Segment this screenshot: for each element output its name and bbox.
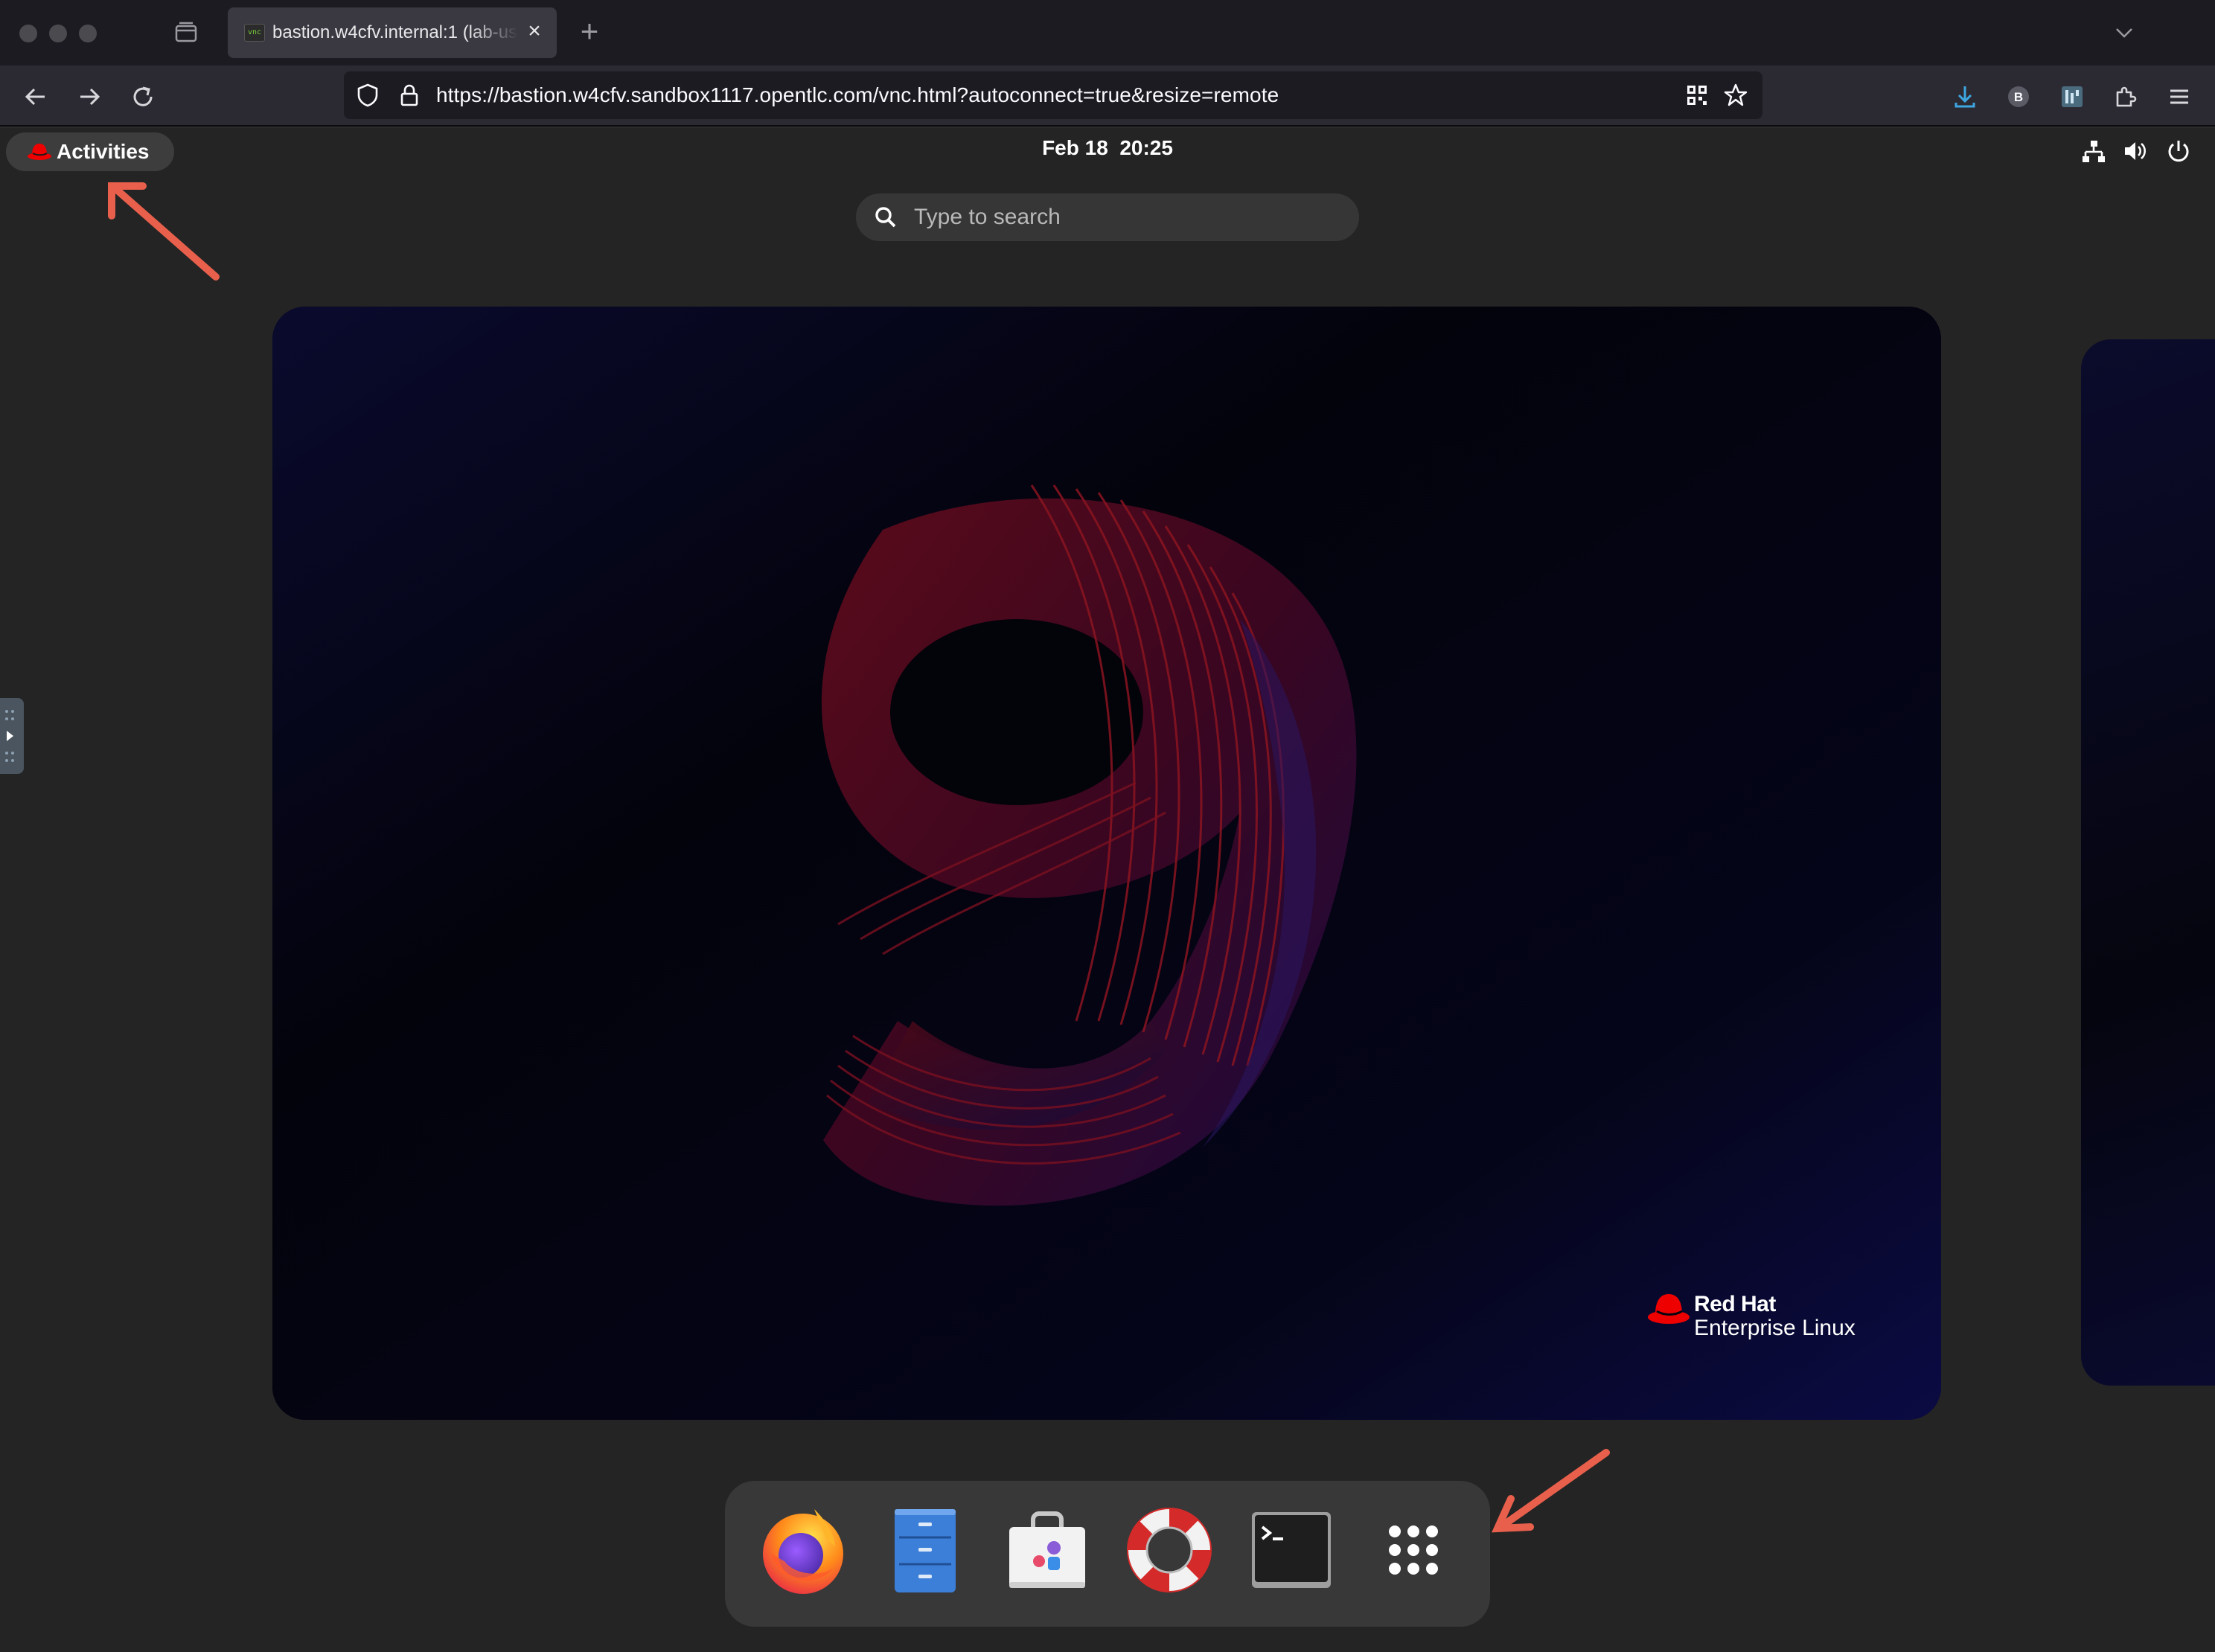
extension-icon[interactable] — [2057, 82, 2087, 112]
window-zoom-button[interactable] — [79, 25, 97, 42]
browser-nav-bar: https://bastion.w4cfv.sandbox1117.opentl… — [0, 65, 2215, 127]
reload-icon[interactable] — [128, 82, 158, 112]
window-minimize-button[interactable] — [49, 25, 67, 42]
forward-icon[interactable] — [74, 82, 104, 112]
profile-letter: B — [2014, 90, 2023, 104]
workspace-thumbnail-next[interactable] — [2081, 339, 2215, 1386]
power-icon[interactable] — [2166, 138, 2191, 164]
redhat-hat-icon — [1648, 1294, 1690, 1324]
profile-icon[interactable]: B — [2004, 82, 2033, 112]
qr-code-icon[interactable] — [1684, 82, 1710, 109]
network-icon[interactable] — [2081, 138, 2106, 164]
activities-button[interactable]: Activities — [6, 132, 174, 171]
novnc-control-handle[interactable] — [0, 698, 24, 774]
bookmark-star-icon[interactable] — [1722, 82, 1749, 109]
url-bar[interactable]: https://bastion.w4cfv.sandbox1117.opentl… — [344, 71, 1762, 119]
window-close-button[interactable] — [19, 25, 37, 42]
activities-label: Activities — [57, 140, 150, 163]
lock-icon[interactable] — [396, 82, 423, 109]
tab-active[interactable]: vnc bastion.w4cfv.internal:1 (lab-user) … — [228, 7, 557, 58]
files-icon — [895, 1509, 956, 1592]
search-icon — [875, 207, 896, 228]
drag-handle-icon — [5, 710, 14, 762]
search-input[interactable] — [914, 202, 1331, 232]
vnc-icon: vnc — [244, 24, 265, 42]
redhat-brand-logo: Red Hat Enterprise Linux — [1646, 1290, 1885, 1357]
software-store-icon — [1009, 1511, 1085, 1588]
brand-name: Red Hat — [1694, 1292, 1776, 1316]
menu-icon[interactable] — [2164, 82, 2194, 112]
firefox-icon — [763, 1509, 843, 1594]
dash-terminal[interactable] — [1243, 1502, 1340, 1598]
browser-tab-bar: vnc bastion.w4cfv.internal:1 (lab-user) … — [0, 0, 2215, 65]
brand-product: Enterprise Linux — [1694, 1316, 1856, 1340]
back-icon[interactable] — [21, 82, 51, 112]
dash-help[interactable] — [1121, 1502, 1218, 1598]
app-grid-icon — [1389, 1525, 1438, 1575]
firefox-view-icon[interactable] — [173, 19, 199, 46]
dash-firefox[interactable] — [755, 1502, 851, 1598]
nine-hole — [890, 619, 1143, 805]
help-lifebuoy-icon — [1127, 1508, 1212, 1592]
dash-show-apps[interactable] — [1365, 1502, 1462, 1598]
url-text[interactable]: https://bastion.w4cfv.sandbox1117.opentl… — [436, 83, 1279, 108]
gnome-top-bar: Activities Feb 18 20:25 — [0, 128, 2215, 171]
redhat-logo-icon — [28, 144, 51, 160]
tab-title: bastion.w4cfv.internal:1 (lab-user) — [272, 22, 518, 42]
search-box[interactable] — [856, 193, 1359, 241]
terminal-icon — [1252, 1512, 1331, 1588]
puzzle-icon[interactable] — [2111, 82, 2141, 112]
chevron-down-icon[interactable] — [2111, 19, 2138, 46]
dash-files[interactable] — [877, 1502, 974, 1598]
dash — [725, 1481, 1490, 1627]
shield-icon[interactable] — [354, 82, 381, 109]
download-icon[interactable] — [1950, 82, 1980, 112]
new-tab-button[interactable]: + — [575, 16, 604, 47]
workspace-thumbnail[interactable]: Red Hat Enterprise Linux — [272, 307, 1941, 1420]
close-icon[interactable]: × — [522, 19, 546, 43]
wallpaper-rhel9 — [272, 307, 1941, 1420]
vnc-desktop[interactable]: Activities Feb 18 20:25 Type to search R… — [0, 128, 2215, 1652]
clock[interactable]: Feb 18 20:25 — [990, 135, 1225, 161]
dash-software[interactable] — [999, 1502, 1096, 1598]
volume-icon[interactable] — [2123, 138, 2148, 164]
